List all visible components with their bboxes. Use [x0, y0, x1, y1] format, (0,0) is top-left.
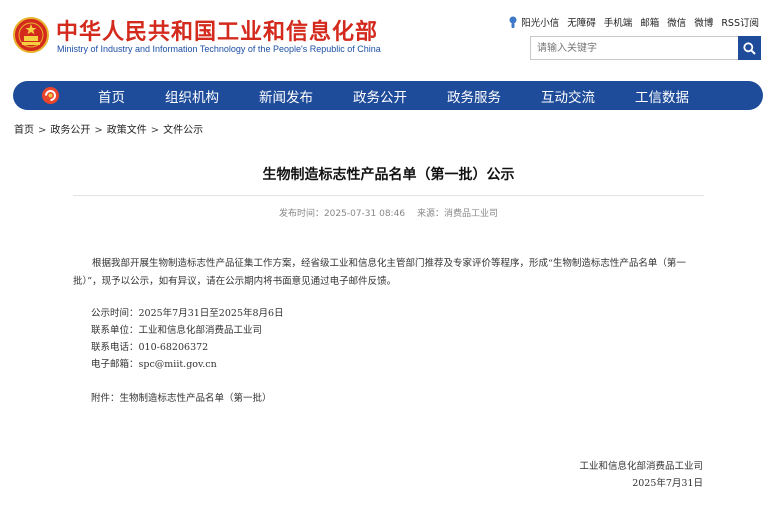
breadcrumb-separator: >: [150, 125, 160, 136]
breadcrumb: 首页 > 政务公开 > 政策文件 > 文件公示: [14, 121, 203, 136]
nav-item-organization[interactable]: 组织机构: [165, 86, 219, 106]
toplink-wechat[interactable]: 微信: [667, 15, 686, 29]
contact-email: 电子邮箱：spc@miit.gov.cn: [91, 359, 217, 370]
search-button[interactable]: [738, 36, 761, 60]
nav-item-government-services[interactable]: 政务服务: [447, 86, 501, 106]
toplink-mobile[interactable]: 手机端: [604, 15, 633, 29]
sunshine-xiaoxin-icon: [509, 16, 517, 28]
signature-date: 2025年7月31日: [632, 478, 703, 489]
main-nav: 首页 组织机构 新闻发布 政务公开 政务服务 互动交流 工信数据: [13, 81, 763, 110]
article-source: 来源：消费品工业司: [417, 209, 499, 219]
breadcrumb-separator: >: [94, 125, 103, 136]
breadcrumb-document-notice[interactable]: 文件公示: [163, 125, 203, 136]
nav-item-government-affairs[interactable]: 政务公开: [353, 86, 407, 106]
breadcrumb-government-affairs[interactable]: 政务公开: [50, 125, 90, 136]
notice-period: 公示时间：2025年7月31日至2025年8月6日: [91, 308, 284, 319]
site-header: 中华人民共和国工业和信息化部 Ministry of Industry and …: [0, 0, 777, 78]
site-name[interactable]: 中华人民共和国工业和信息化部: [56, 14, 378, 46]
toplink-mailbox[interactable]: 邮箱: [640, 15, 659, 29]
breadcrumb-policy-documents[interactable]: 政策文件: [107, 125, 147, 136]
national-emblem-icon[interactable]: [13, 16, 49, 54]
search-box: [530, 36, 761, 60]
breadcrumb-home[interactable]: 首页: [14, 125, 34, 136]
breadcrumb-separator: >: [38, 125, 47, 136]
toplink-label: 阳光小信: [521, 18, 560, 29]
toplink-sunshine[interactable]: 阳光小信: [508, 15, 559, 29]
nav-item-interaction[interactable]: 互动交流: [541, 86, 595, 106]
toplink-rss[interactable]: RSS订阅: [721, 15, 759, 29]
contact-phone: 联系电话：010-68206372: [91, 342, 209, 353]
toplink-accessibility[interactable]: 无障碍: [567, 15, 596, 29]
site-name-english[interactable]: Ministry of Industry and Information Tec…: [57, 44, 381, 54]
attachment-link[interactable]: 附件：生物制造标志性产品名单（第一批）: [91, 390, 272, 404]
article-paragraph: 根据我部开展生物制造标志性产品征集工作方案，经省级工业和信息化主管部门推荐及专家…: [73, 258, 686, 287]
nav-items: 首页 组织机构 新闻发布 政务公开 政务服务 互动交流 工信数据: [98, 81, 729, 110]
publish-time: 发布时间：2025-07-31 08:46: [278, 209, 406, 219]
article-title: 生物制造标志性产品名单（第一批）公示: [262, 167, 515, 183]
signature-org: 工业和信息化部消费品工业司: [579, 461, 703, 472]
article-meta: 发布时间：2025-07-31 08:46 来源：消费品工业司: [0, 206, 777, 219]
contact-unit: 联系单位：工业和信息化部消费品工业司: [91, 325, 263, 336]
title-divider: [73, 195, 704, 196]
nav-item-data[interactable]: 工信数据: [635, 86, 689, 106]
top-links: 阳光小信 无障碍 手机端 邮箱 微信 微博 RSS订阅: [508, 15, 759, 29]
miit-logo-icon[interactable]: [41, 86, 60, 105]
nav-item-home[interactable]: 首页: [98, 86, 125, 106]
toplink-weibo[interactable]: 微博: [694, 15, 713, 29]
search-input[interactable]: [531, 37, 739, 59]
nav-item-news[interactable]: 新闻发布: [259, 86, 313, 106]
search-icon: [743, 41, 756, 55]
